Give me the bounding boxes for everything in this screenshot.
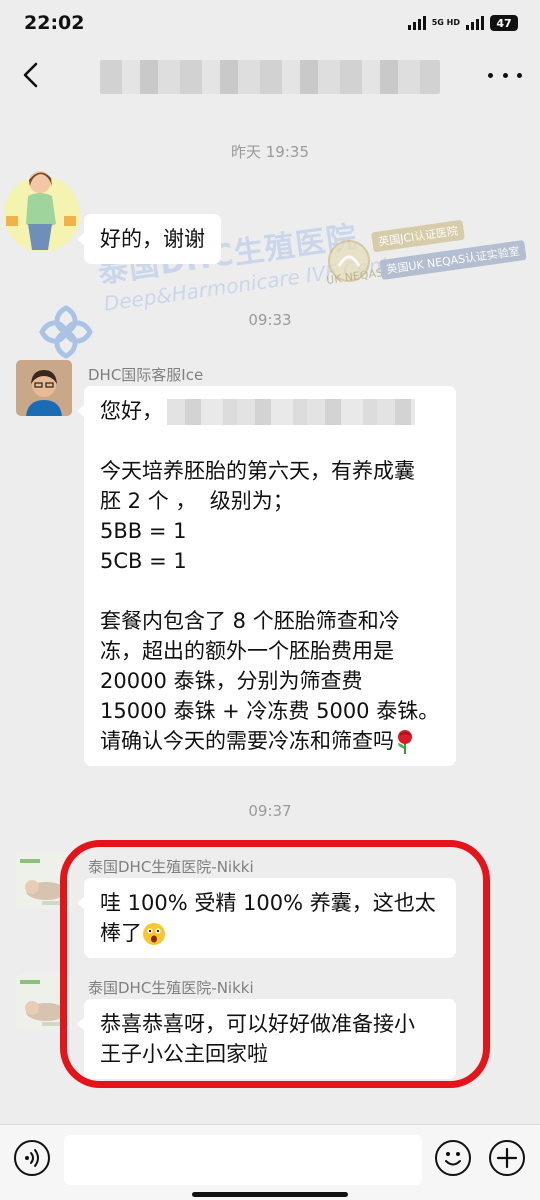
sender-name: 泰国DHC生殖医院-Nikki (88, 858, 254, 876)
nav-bar (0, 50, 540, 102)
status-icons: 5G HD 47 (407, 15, 518, 31)
message-input[interactable] (64, 1135, 422, 1185)
rose-icon (398, 730, 412, 754)
home-indicator (192, 1192, 348, 1197)
sender-name: 泰国DHC生殖医院-Nikki (88, 979, 254, 997)
timestamp: 09:37 (248, 802, 292, 820)
voice-button[interactable] (14, 1140, 50, 1176)
battery-icon: 47 (490, 15, 518, 31)
message-text: 哇 100% 受精 100% 养囊，这也太 棒了 (100, 891, 436, 945)
message-greeting: 您好， (100, 396, 440, 426)
sender-name: DHC国际客服Ice (88, 366, 204, 384)
timestamp: 09:33 (248, 311, 292, 329)
chat-title (100, 60, 440, 94)
message-bubble[interactable]: 恭喜恭喜呀，可以好好做准备接小 王子小公主回家啦 (77, 999, 456, 1079)
back-icon[interactable] (16, 58, 46, 92)
message-bubble[interactable]: 您好， 今天培养胚胎的第六天，有养成囊 胚 2 个 ， 级别为； 5BB = 1… (77, 386, 456, 766)
watermark-jci: 英国JCI认证医院 (371, 219, 466, 253)
input-bar (0, 1124, 540, 1200)
clinic-logo-watermark (39, 305, 93, 359)
status-time: 22:02 (24, 12, 85, 34)
more-icon[interactable] (488, 60, 522, 90)
network-label: 5G HD (431, 18, 460, 27)
message-bubble[interactable]: 哇 100% 受精 100% 养囊，这也太 棒了 (77, 878, 456, 958)
status-bar: 22:02 5G HD 47 (0, 0, 540, 50)
message-text: 今天培养胚胎的第六天，有养成囊 胚 2 个 ， 级别为； 5BB = 1 5CB… (100, 459, 440, 754)
signal-icon-2 (466, 16, 484, 30)
redacted-name (167, 399, 415, 425)
emoji-button[interactable] (435, 1140, 471, 1176)
timestamp: 昨天 19:35 (231, 143, 309, 161)
signal-icon (407, 16, 426, 30)
avatar[interactable] (16, 360, 72, 416)
avatar[interactable] (0, 160, 80, 260)
smiley-icon (445, 1152, 461, 1166)
avatar[interactable] (16, 853, 72, 909)
plus-icon (496, 1147, 518, 1169)
surprised-face-icon (143, 923, 165, 945)
message-bubble[interactable]: 好的，谢谢 (77, 214, 221, 264)
message-text: 好的，谢谢 (100, 227, 205, 251)
avatar[interactable] (16, 974, 72, 1030)
message-text: 恭喜恭喜呀，可以好好做准备接小 王子小公主回家啦 (100, 1012, 415, 1066)
plus-button[interactable] (489, 1140, 525, 1176)
voice-icon (25, 1149, 39, 1167)
